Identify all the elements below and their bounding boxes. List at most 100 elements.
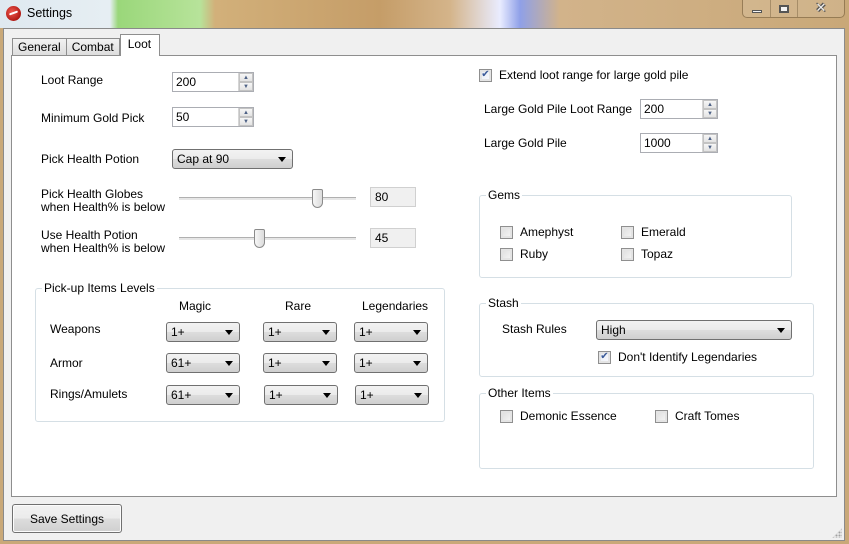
- pick-health-potion-select[interactable]: Cap at 90: [172, 149, 293, 169]
- amephyst-checkbox[interactable]: Amephyst: [500, 225, 573, 239]
- settings-window: General Combat Loot Loot Range 200 ▲ ▼ Mi…: [3, 28, 845, 541]
- slider-thumb[interactable]: [312, 189, 323, 208]
- large-gold-pile-loot-range-input[interactable]: 200 ▲ ▼: [640, 99, 718, 119]
- weapons-magic-select[interactable]: 1+: [166, 322, 240, 342]
- checkbox-box[interactable]: [655, 409, 668, 423]
- topaz-checkbox[interactable]: Topaz: [621, 247, 673, 261]
- stash-rules-value: High: [601, 323, 626, 337]
- large-gold-pile-loot-range-label: Large Gold Pile Loot Range: [484, 102, 633, 116]
- min-gold-pick-spinner[interactable]: ▲ ▼: [238, 108, 253, 126]
- stash-group: Stash Stash Rules High ✔ Don't Identify …: [479, 296, 814, 377]
- gems-group: Gems Amephyst Emerald Ruby Topaz: [479, 188, 792, 278]
- tab-general[interactable]: General: [12, 38, 67, 56]
- item-levels-group: Pick-up Items Levels Magic Rare Legendar…: [35, 281, 445, 422]
- armor-rare-select[interactable]: 1+: [263, 353, 337, 373]
- checkbox-box[interactable]: [500, 247, 513, 261]
- armor-legendaries-select[interactable]: 1+: [354, 353, 428, 373]
- ruby-label: Ruby: [520, 247, 549, 261]
- extend-loot-range-checkbox[interactable]: ✔ Extend loot range for large gold pile: [479, 68, 688, 82]
- large-gold-pile-loot-range-value: 200: [644, 102, 665, 116]
- emerald-label: Emerald: [641, 225, 686, 239]
- checkbox-box[interactable]: [500, 409, 513, 423]
- tab-strip: General Combat Loot: [12, 34, 161, 56]
- minimize-button[interactable]: [743, 0, 770, 17]
- tab-loot[interactable]: Loot: [119, 34, 161, 56]
- save-settings-button[interactable]: Save Settings: [12, 504, 122, 533]
- weapons-rare-select[interactable]: 1+: [263, 322, 337, 342]
- chevron-down-icon: [225, 329, 233, 335]
- large-gold-pile-label: Large Gold Pile: [484, 136, 567, 150]
- pick-health-globes-slider[interactable]: [179, 188, 356, 210]
- chevron-down-icon: [278, 156, 286, 162]
- min-gold-pick-value: 50: [176, 110, 190, 124]
- min-gold-pick-input[interactable]: 50 ▲ ▼: [172, 107, 254, 127]
- craft-tomes-checkbox[interactable]: Craft Tomes: [655, 409, 739, 423]
- label-line: when Health% is below: [41, 241, 166, 255]
- item-levels-title: Pick-up Items Levels: [42, 281, 157, 295]
- loot-range-spinner[interactable]: ▲ ▼: [238, 73, 253, 91]
- other-items-title: Other Items: [486, 386, 553, 400]
- rings-rare-select[interactable]: 1+: [264, 385, 338, 405]
- app-logo-icon: [6, 6, 21, 21]
- loot-tab-panel: Loot Range 200 ▲ ▼ Minimum Gold Pick 50 ▲…: [11, 55, 837, 497]
- tab-combat[interactable]: Combat: [65, 38, 120, 56]
- label-line: when Health% is below: [41, 200, 166, 214]
- column-rare: Rare: [285, 299, 312, 313]
- row-weapons-label: Weapons: [50, 322, 101, 336]
- select-value: 1+: [360, 388, 374, 402]
- use-health-potion-label: Use Health Potion when Health% is below: [41, 229, 165, 255]
- extend-loot-range-label: Extend loot range for large gold pile: [499, 68, 689, 82]
- rings-magic-select[interactable]: 61+: [166, 385, 240, 405]
- check-icon[interactable]: ✔: [479, 68, 492, 82]
- spinner[interactable]: ▲ ▼: [702, 134, 717, 152]
- use-health-potion-value: 45: [370, 228, 416, 248]
- pick-health-globes-label: Pick Health Globes when Health% is below: [41, 188, 165, 214]
- check-icon[interactable]: ✔: [598, 350, 611, 364]
- use-health-potion-slider[interactable]: [179, 228, 356, 250]
- spin-up-icon[interactable]: ▲: [239, 73, 253, 82]
- chevron-down-icon: [225, 392, 233, 398]
- spin-down-icon[interactable]: ▼: [703, 143, 717, 152]
- emerald-checkbox[interactable]: Emerald: [621, 225, 686, 239]
- spin-up-icon[interactable]: ▲: [703, 134, 717, 143]
- spin-down-icon[interactable]: ▼: [703, 109, 717, 118]
- min-gold-pick-label: Minimum Gold Pick: [41, 111, 145, 125]
- large-gold-pile-input[interactable]: 1000 ▲ ▼: [640, 133, 718, 153]
- select-value: 61+: [171, 388, 192, 402]
- gems-title: Gems: [486, 188, 523, 202]
- loot-range-input[interactable]: 200 ▲ ▼: [172, 72, 254, 92]
- dont-identify-legendaries-checkbox[interactable]: ✔ Don't Identify Legendaries: [598, 350, 757, 364]
- amephyst-label: Amephyst: [520, 225, 574, 239]
- column-magic: Magic: [179, 299, 212, 313]
- chevron-down-icon: [414, 392, 422, 398]
- dont-identify-legendaries-label: Don't Identify Legendaries: [618, 350, 758, 364]
- weapons-legendaries-select[interactable]: 1+: [354, 322, 428, 342]
- slider-track: [179, 197, 356, 200]
- pick-health-potion-value: Cap at 90: [177, 152, 230, 166]
- title-bar: Settings ✕: [0, 0, 849, 28]
- spin-up-icon[interactable]: ▲: [239, 108, 253, 117]
- chevron-down-icon: [413, 329, 421, 335]
- select-value: 1+: [359, 356, 373, 370]
- stash-rules-select[interactable]: High: [596, 320, 792, 340]
- slider-thumb[interactable]: [254, 229, 265, 248]
- ruby-checkbox[interactable]: Ruby: [500, 247, 548, 261]
- spin-up-icon[interactable]: ▲: [703, 100, 717, 109]
- resize-grip-icon[interactable]: [832, 528, 842, 538]
- maximize-button[interactable]: [770, 0, 797, 17]
- armor-magic-select[interactable]: 61+: [166, 353, 240, 373]
- checkbox-box[interactable]: [500, 225, 513, 239]
- close-button[interactable]: ✕: [797, 0, 844, 17]
- select-value: 61+: [171, 356, 192, 370]
- checkbox-box[interactable]: [621, 225, 634, 239]
- spin-down-icon[interactable]: ▼: [239, 117, 253, 126]
- row-rings-amulets-label: Rings/Amulets: [50, 387, 128, 401]
- spinner[interactable]: ▲ ▼: [702, 100, 717, 118]
- window-title: Settings: [27, 6, 73, 20]
- spin-down-icon[interactable]: ▼: [239, 82, 253, 91]
- demonic-essence-checkbox[interactable]: Demonic Essence: [500, 409, 617, 423]
- chevron-down-icon: [225, 360, 233, 366]
- rings-legendaries-select[interactable]: 1+: [355, 385, 429, 405]
- stash-rules-label: Stash Rules: [502, 322, 567, 336]
- checkbox-box[interactable]: [621, 247, 634, 261]
